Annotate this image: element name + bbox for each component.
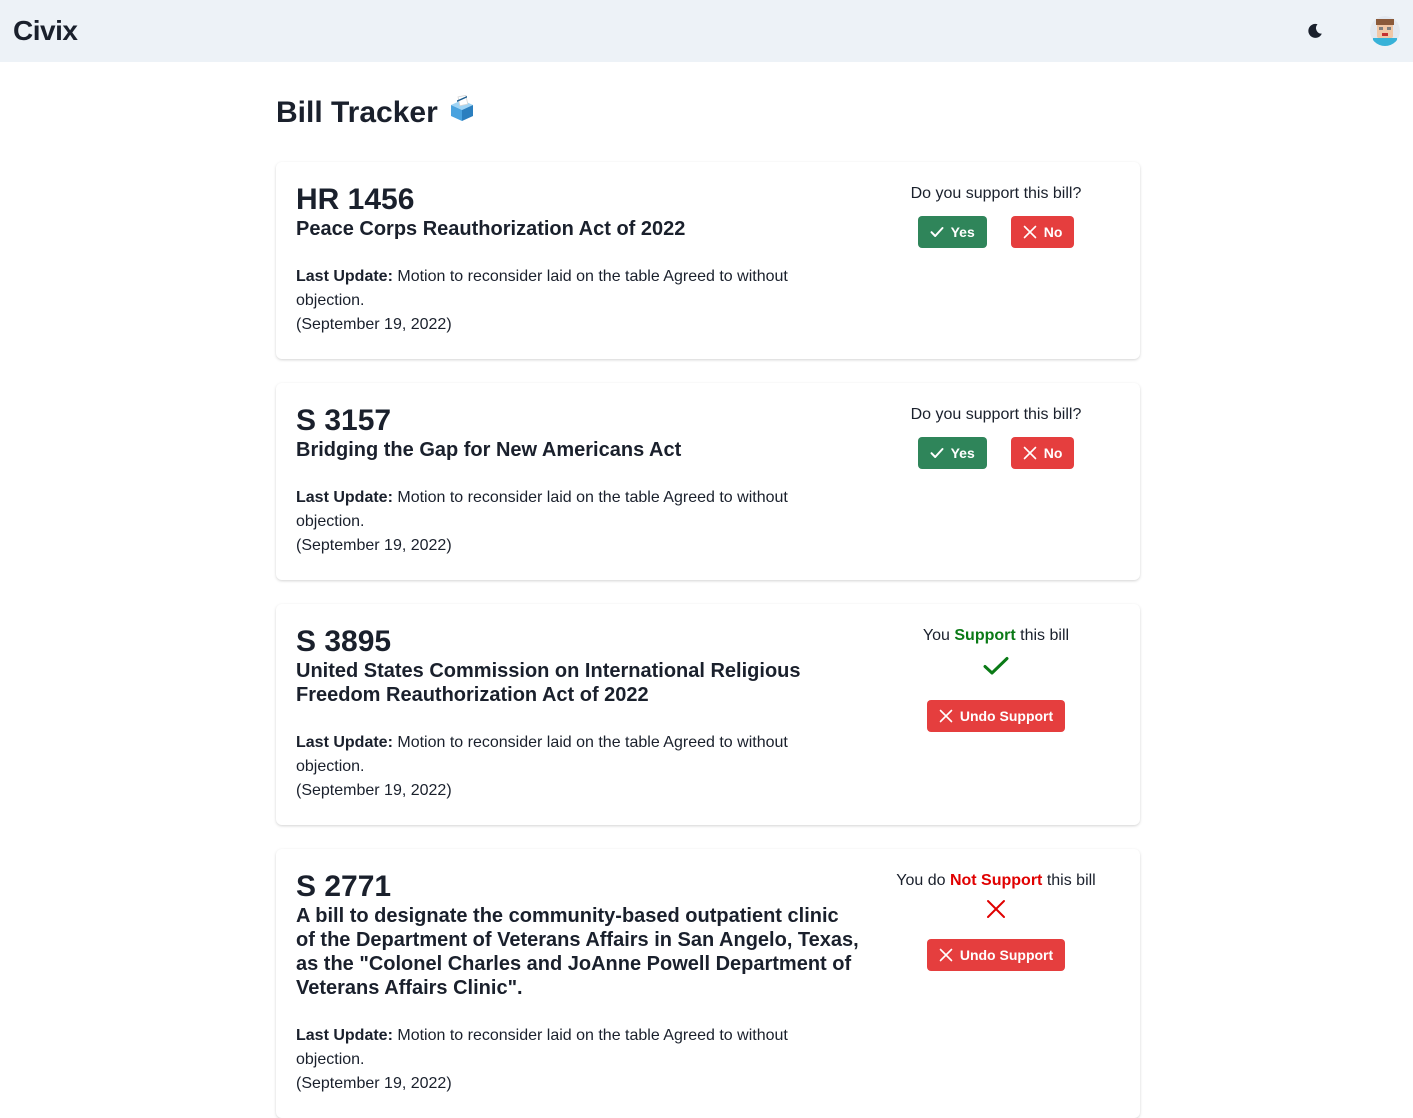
status-not-support: Not Support [949, 872, 1043, 889]
check-icon [930, 225, 944, 239]
close-icon [1023, 446, 1037, 460]
status-prefix: You do [896, 872, 946, 889]
bill-info: S 2771 A bill to designate the community… [296, 871, 861, 1096]
last-update-date: (September 19, 2022) [296, 782, 452, 799]
last-update-label: Last Update: [296, 734, 393, 751]
page-title: Bill Tracker [276, 94, 1140, 131]
ballot-box-icon [448, 94, 476, 131]
close-icon [939, 948, 953, 962]
user-avatar[interactable] [1370, 16, 1400, 46]
bill-card: S 3895 United States Commission on Inter… [276, 604, 1140, 825]
vote-panel: Do you support this bill? Yes No [876, 184, 1116, 248]
bill-number[interactable]: HR 1456 [296, 184, 861, 216]
check-icon [930, 446, 944, 460]
last-update-date: (September 19, 2022) [296, 316, 452, 333]
vote-panel: You Support this bill Undo Support [876, 626, 1116, 732]
yes-button[interactable]: Yes [917, 216, 987, 248]
vote-panel: You do Not Support this bill Undo Suppor… [876, 871, 1116, 971]
moon-icon[interactable] [1300, 16, 1330, 46]
support-status: You Support this bill [876, 626, 1116, 646]
header-actions [1300, 16, 1400, 46]
status-suffix: this bill [1020, 627, 1070, 644]
no-label: No [1043, 445, 1063, 461]
bill-info: S 3895 United States Commission on Inter… [296, 626, 861, 803]
bill-title: A bill to designate the community-based … [296, 905, 859, 999]
status-support: Support [954, 627, 1016, 644]
undo-wrap: Undo Support [876, 939, 1116, 971]
undo-wrap: Undo Support [876, 700, 1116, 732]
bill-last-update: Last Update: Motion to reconsider laid o… [296, 486, 816, 558]
x-icon [876, 899, 1116, 919]
brand-logo[interactable]: Civix [13, 15, 78, 47]
bill-last-update: Last Update: Motion to reconsider laid o… [296, 265, 816, 337]
bill-number[interactable]: S 3895 [296, 626, 861, 658]
bill-title: United States Commission on Internationa… [296, 660, 801, 706]
last-update-date: (September 19, 2022) [296, 537, 452, 554]
status-prefix: You [922, 627, 950, 644]
no-button[interactable]: No [1010, 216, 1075, 248]
top-navbar: Civix [0, 0, 1413, 62]
page-title-text: Bill Tracker [276, 96, 438, 129]
bill-card: S 3157 Bridging the Gap for New American… [276, 383, 1140, 580]
check-icon [876, 656, 1116, 676]
undo-support-button[interactable]: Undo Support [926, 700, 1066, 732]
bill-info: HR 1456 Peace Corps Reauthorization Act … [296, 184, 861, 337]
vote-panel: Do you support this bill? Yes No [876, 405, 1116, 469]
last-update-label: Last Update: [296, 268, 393, 285]
vote-buttons: Yes No [876, 216, 1116, 248]
bill-title: Peace Corps Reauthorization Act of 2022 [296, 218, 686, 240]
bill-last-update: Last Update: Motion to reconsider laid o… [296, 1024, 816, 1096]
bill-card: HR 1456 Peace Corps Reauthorization Act … [276, 162, 1140, 359]
no-label: No [1043, 224, 1063, 240]
bill-last-update: Last Update: Motion to reconsider laid o… [296, 731, 816, 803]
close-icon [939, 709, 953, 723]
close-icon [1023, 225, 1037, 239]
last-update-label: Last Update: [296, 1027, 393, 1044]
undo-support-button[interactable]: Undo Support [926, 939, 1066, 971]
bill-title: Bridging the Gap for New Americans Act [296, 439, 682, 461]
yes-label: Yes [950, 224, 975, 240]
bill-card: S 2771 A bill to designate the community… [276, 849, 1140, 1118]
bill-number[interactable]: S 2771 [296, 871, 861, 903]
yes-label: Yes [950, 445, 975, 461]
yes-button[interactable]: Yes [917, 437, 987, 469]
undo-label: Undo Support [959, 947, 1054, 963]
support-question: Do you support this bill? [910, 406, 1082, 423]
support-question: Do you support this bill? [910, 185, 1082, 202]
main-content: Bill Tracker HR 1456 Peace Corps Reautho… [276, 62, 1140, 1118]
status-suffix: this bill [1046, 872, 1096, 889]
last-update-label: Last Update: [296, 489, 393, 506]
no-button[interactable]: No [1010, 437, 1075, 469]
support-status: You do Not Support this bill [876, 871, 1116, 891]
bill-info: S 3157 Bridging the Gap for New American… [296, 405, 861, 558]
vote-buttons: Yes No [876, 437, 1116, 469]
undo-label: Undo Support [959, 708, 1054, 724]
last-update-date: (September 19, 2022) [296, 1075, 452, 1092]
bill-number[interactable]: S 3157 [296, 405, 861, 437]
